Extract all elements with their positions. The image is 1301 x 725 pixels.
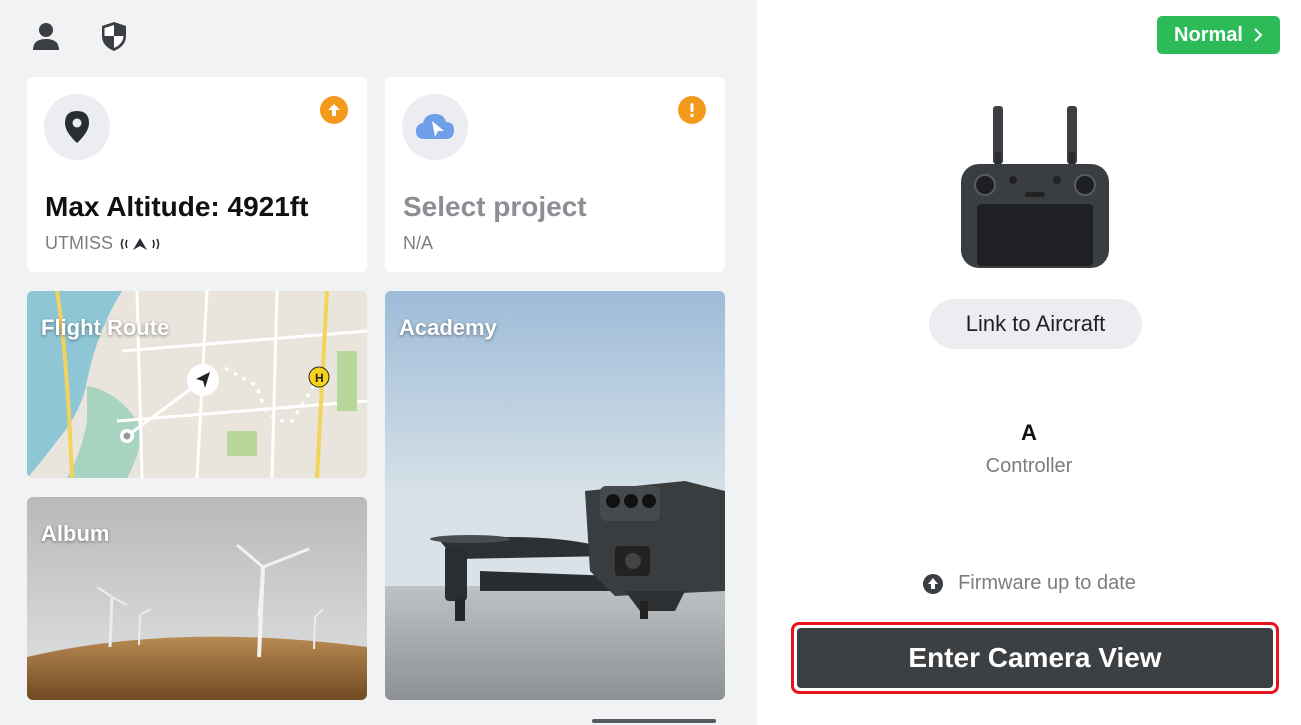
album-tile[interactable]: Album — [27, 497, 367, 700]
select-project-card[interactable]: Select project N/A — [385, 77, 725, 272]
user-icon[interactable] — [28, 18, 64, 54]
altitude-source-label: UTMISS — [45, 233, 114, 253]
broadcast-signal-icon — [120, 237, 160, 250]
location-pin-icon — [44, 94, 110, 160]
left-panel: Max Altitude: 4921ft UTMISS Select proje… — [0, 0, 757, 725]
right-panel: Normal Link to Aircraft A Controller Fir… — [757, 0, 1301, 725]
cloud-cursor-icon — [402, 94, 468, 160]
link-to-aircraft-button[interactable]: Link to Aircraft — [929, 299, 1142, 349]
controller-letter: A — [1021, 420, 1037, 445]
max-altitude-value: Max Altitude: 4921ft — [45, 191, 309, 222]
max-altitude-card[interactable]: Max Altitude: 4921ft UTMISS — [27, 77, 367, 272]
flight-route-tile[interactable]: H Flight Route — [27, 291, 367, 478]
academy-tile[interactable]: Academy — [385, 291, 725, 700]
academy-drone-photo — [385, 291, 725, 700]
home-indicator[interactable] — [592, 719, 716, 723]
warning-exclamation-icon — [678, 96, 706, 124]
firmware-status-label: Firmware up to date — [958, 572, 1136, 594]
remote-controller-image — [961, 106, 1109, 268]
svg-text:H: H — [315, 371, 324, 385]
altitude-source: UTMISS — [45, 233, 161, 254]
project-status: N/A — [403, 233, 434, 253]
select-project-title: Select project — [403, 191, 587, 222]
flight-route-label: Flight Route — [41, 315, 170, 340]
firmware-status: Firmware up to date — [757, 572, 1301, 595]
enter-camera-view-highlight: Enter Camera View — [791, 622, 1279, 694]
mode-label: Normal — [1174, 23, 1243, 46]
firmware-update-icon — [923, 573, 944, 594]
academy-label: Academy — [399, 315, 497, 340]
album-label: Album — [41, 521, 110, 546]
enter-camera-view-button[interactable]: Enter Camera View — [797, 628, 1273, 688]
shield-icon[interactable] — [96, 18, 132, 54]
chevron-right-icon — [1254, 28, 1263, 42]
mode-badge[interactable]: Normal — [1157, 16, 1280, 54]
update-arrow-icon — [320, 96, 348, 124]
controller-label: Controller — [985, 455, 1073, 477]
